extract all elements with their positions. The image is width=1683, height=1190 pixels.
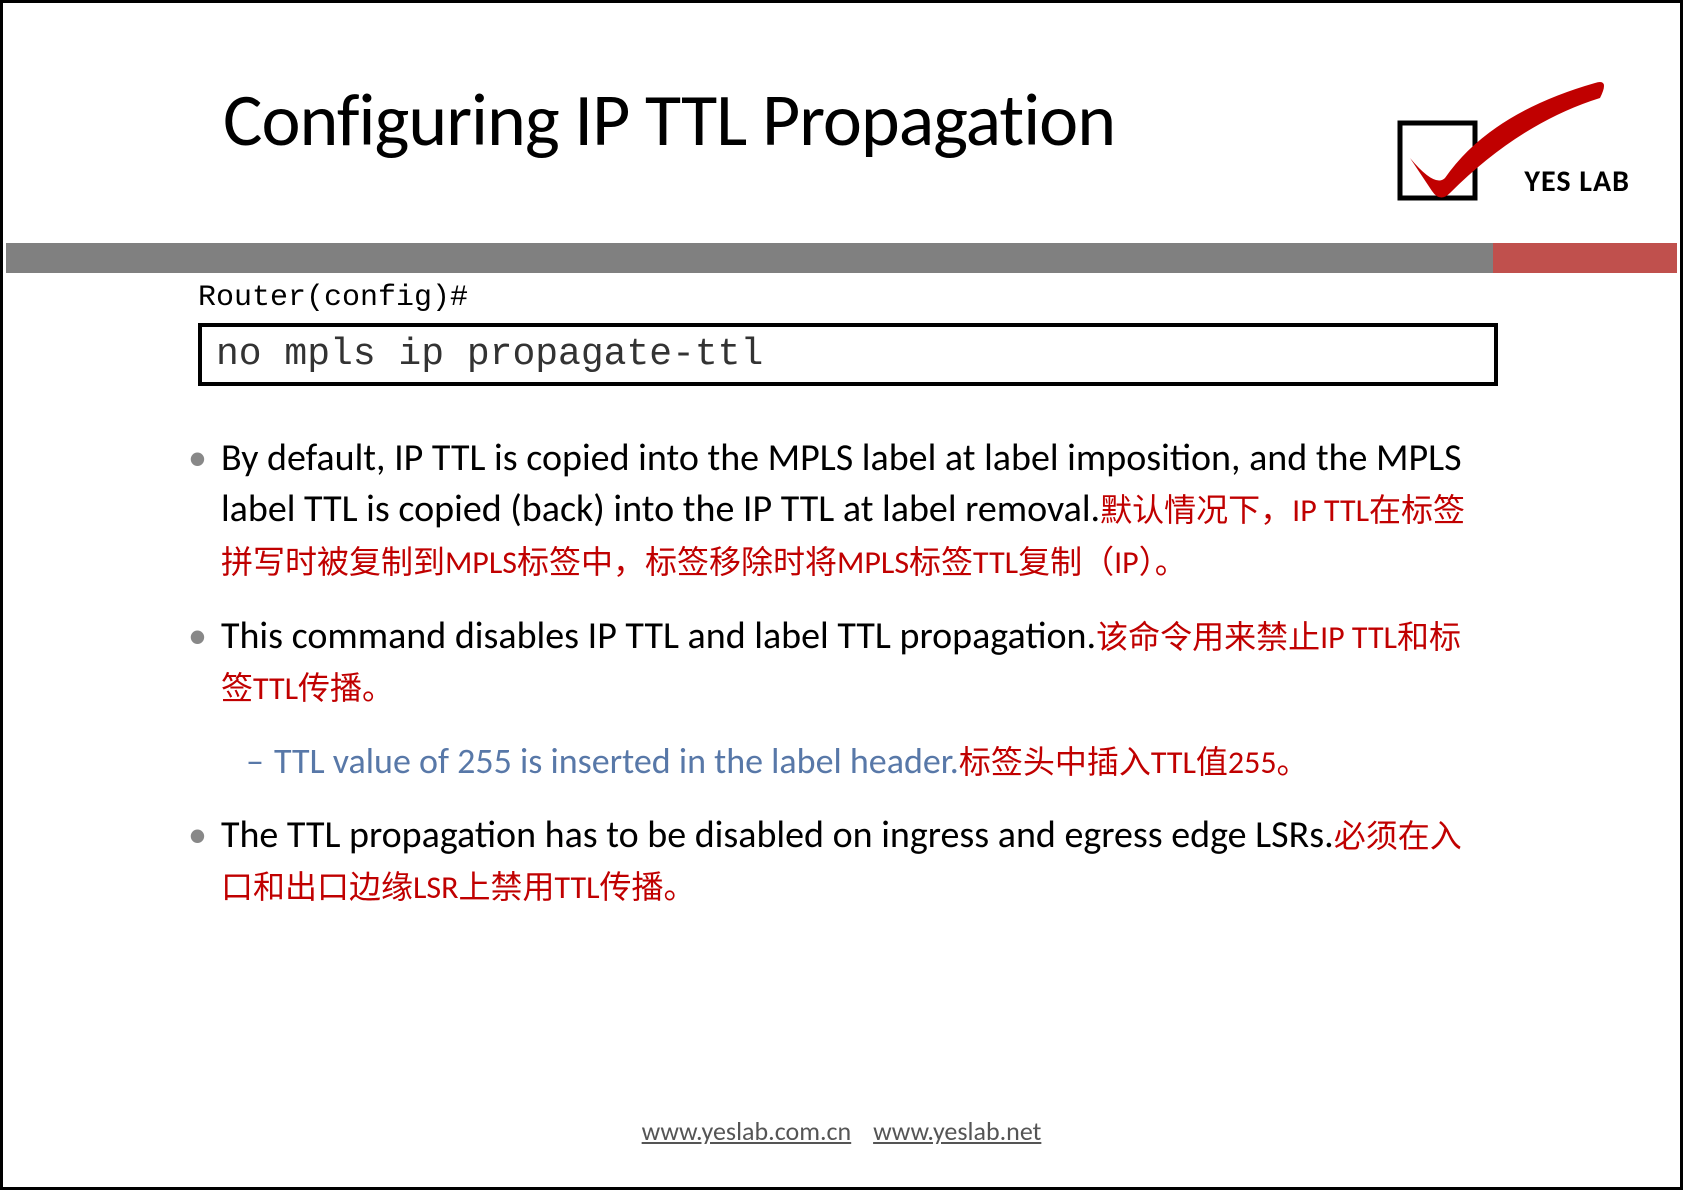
footer: www.yeslab.com.cn www.yeslab.net: [3, 1115, 1680, 1147]
sub-bullet-en: TTL value of 255 is inserted in the labe…: [274, 739, 959, 783]
bullet-marker-icon: •: [188, 810, 207, 913]
bullet-item: • This command disables IP TTL and label…: [188, 611, 1488, 714]
bullet-en: This command disables IP TTL and label T…: [221, 613, 1096, 659]
sub-bullet-item: – TTL value of 255 is inserted in the la…: [246, 737, 1488, 786]
logo-text: YES LAB: [1524, 163, 1630, 200]
footer-link-1[interactable]: www.yeslab.com.cn: [642, 1115, 852, 1147]
dash-marker-icon: –: [246, 737, 264, 786]
bullet-item: • The TTL propagation has to be disabled…: [188, 810, 1488, 913]
bullet-en: The TTL propagation has to be disabled o…: [221, 812, 1334, 858]
sub-bullet-text: TTL value of 255 is inserted in the labe…: [274, 737, 1488, 786]
bullet-marker-icon: •: [188, 433, 207, 587]
footer-link-2[interactable]: www.yeslab.net: [873, 1115, 1041, 1147]
gray-accent-bar: [6, 243, 1493, 273]
bullet-text: By default, IP TTL is copied into the MP…: [221, 433, 1488, 587]
command-box: no mpls ip propagate-ttl: [198, 323, 1498, 386]
sub-bullet-zh: 标签头中插入TTL值255。: [959, 743, 1309, 782]
content-area: • By default, IP TTL is copied into the …: [188, 433, 1488, 937]
bullet-text: The TTL propagation has to be disabled o…: [221, 810, 1488, 913]
bullet-marker-icon: •: [188, 611, 207, 714]
bullet-item: • By default, IP TTL is copied into the …: [188, 433, 1488, 587]
bullet-text: This command disables IP TTL and label T…: [221, 611, 1488, 714]
router-prompt: Router(config)#: [198, 281, 468, 315]
orange-accent-bar: [1493, 243, 1677, 273]
slide-container: Configuring IP TTL Propagation YES LAB R…: [0, 0, 1683, 1190]
yeslab-logo: YES LAB: [1390, 63, 1630, 213]
